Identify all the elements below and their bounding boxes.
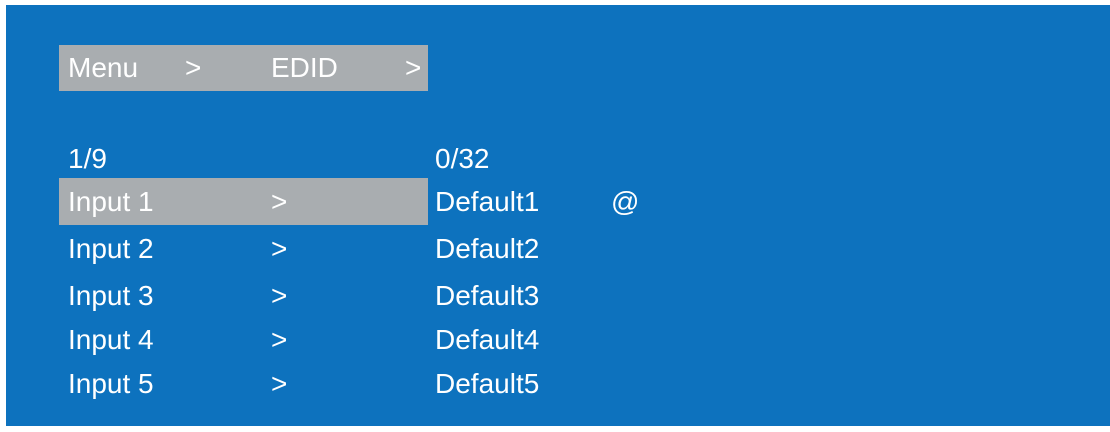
submenu-arrow: > — [271, 280, 288, 311]
submenu-arrow: > — [271, 233, 288, 264]
input-label: Input 3 — [68, 280, 154, 311]
submenu-arrow: > — [271, 368, 288, 399]
input-label: Input 1 — [68, 186, 154, 217]
list-item-input-3[interactable]: Input 3 > Default3 — [59, 272, 539, 319]
edid-value: Default2 — [435, 233, 540, 264]
breadcrumb: Menu > EDID > — [59, 45, 428, 91]
edid-value: Default3 — [435, 280, 540, 311]
submenu-arrow: > — [271, 186, 288, 217]
list-item-input-5[interactable]: Input 5 > Default5 — [59, 360, 539, 407]
current-marker: @ — [611, 186, 640, 217]
submenu-arrow: > — [271, 324, 288, 355]
osd-screen: Menu > EDID > 1/9 0/32 Input 1 > Default… — [6, 5, 1110, 426]
edid-counter: 0/32 — [435, 143, 490, 174]
input-label: Input 5 — [68, 368, 154, 399]
breadcrumb-item-menu[interactable]: Menu — [68, 50, 138, 86]
breadcrumb-item-edid[interactable]: EDID — [271, 50, 338, 86]
breadcrumb-separator: > — [185, 52, 202, 83]
breadcrumb-separator: > — [405, 52, 422, 83]
edid-value: Default5 — [435, 368, 540, 399]
list-item-input-1[interactable]: Input 1 > Default1 @ — [59, 178, 639, 225]
input-label: Input 4 — [68, 324, 154, 355]
edid-value: Default1 — [435, 186, 540, 217]
edid-value: Default4 — [435, 324, 540, 355]
list-item-input-2[interactable]: Input 2 > Default2 — [59, 225, 539, 272]
input-label: Input 2 — [68, 233, 154, 264]
page-counter: 1/9 — [68, 143, 107, 174]
list-item-input-4[interactable]: Input 4 > Default4 — [59, 316, 539, 363]
